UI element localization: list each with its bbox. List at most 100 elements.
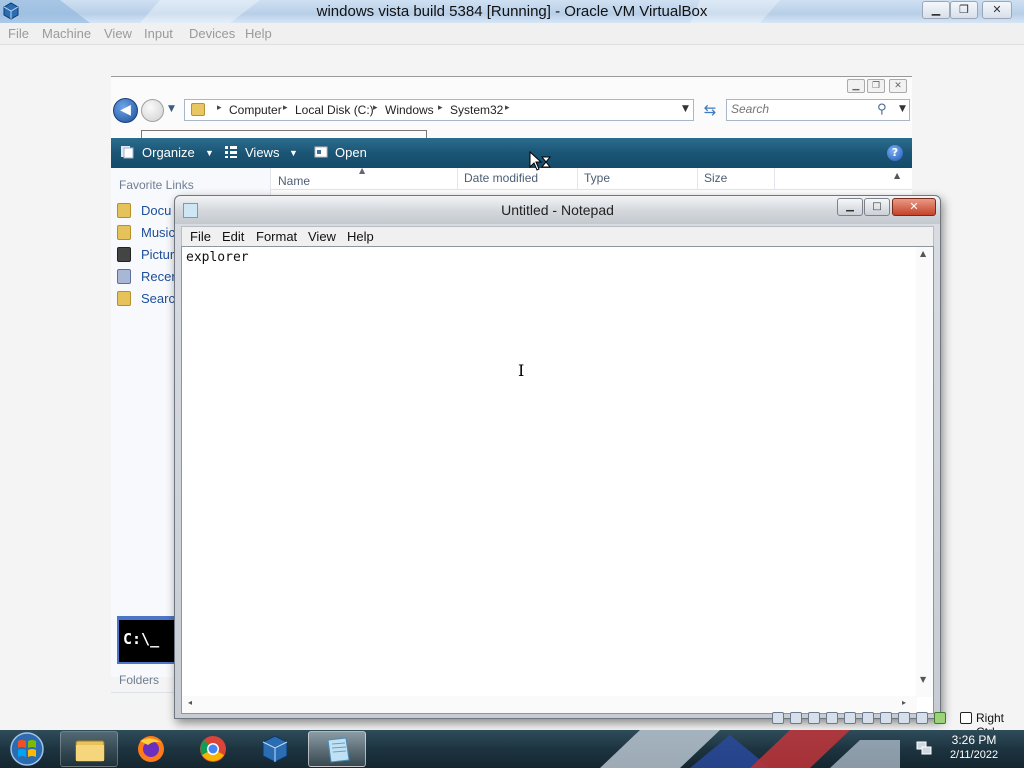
column-size[interactable]: Size <box>704 171 727 185</box>
taskbar-firefox[interactable] <box>122 731 180 767</box>
explorer-command-bar: Organize ▼ Views ▼ Open ? <box>111 138 912 168</box>
scroll-right-arrow[interactable]: ▸ <box>902 698 906 707</box>
column-divider[interactable] <box>774 168 775 190</box>
notepad-maximize-button[interactable]: □ <box>864 198 890 216</box>
chevron-right-icon[interactable]: ▸ <box>438 103 443 113</box>
close-button[interactable]: ✕ <box>982 1 1012 19</box>
views-icon <box>225 146 237 158</box>
recent-pages-dropdown[interactable]: ▼ <box>168 104 175 114</box>
breadcrumb-system32[interactable]: System32 <box>450 103 503 117</box>
taskbar-explorer[interactable] <box>60 731 118 767</box>
shared-folders-icon[interactable] <box>862 712 874 724</box>
vbox-menubar: File Machine View Input Devices Help <box>0 23 1024 45</box>
column-divider[interactable] <box>457 168 458 190</box>
taskbar-chrome[interactable] <box>184 731 242 767</box>
column-divider[interactable] <box>577 168 578 190</box>
folders-toggle[interactable]: Folders <box>119 673 159 687</box>
clock-time[interactable]: 3:26 PM <box>946 733 1002 747</box>
column-date-modified[interactable]: Date modified <box>464 171 538 185</box>
scroll-up-arrow[interactable]: ▲ <box>894 171 900 180</box>
usb-icon[interactable] <box>844 712 856 724</box>
menu-help[interactable]: Help <box>245 26 272 41</box>
notepad-close-button[interactable]: ✕ <box>892 198 936 216</box>
chevron-right-icon[interactable]: ▸ <box>217 103 222 113</box>
menu-file[interactable]: File <box>8 26 29 41</box>
taskbar-virtualbox[interactable] <box>246 731 304 767</box>
scroll-down-arrow[interactable]: ▼ <box>920 675 926 684</box>
restore-button[interactable]: ❐ <box>950 1 978 19</box>
explorer-restore-button[interactable]: ❐ <box>867 79 885 93</box>
audio-icon[interactable] <box>808 712 820 724</box>
menu-input[interactable]: Input <box>144 26 173 41</box>
chrome-icon <box>200 736 226 762</box>
notepad-menu-format[interactable]: Format <box>256 229 297 244</box>
text-cursor-icon: I <box>518 361 525 380</box>
chevron-right-icon[interactable]: ▸ <box>505 103 510 113</box>
scroll-up-arrow[interactable]: ▲ <box>920 249 926 258</box>
window-title: windows vista build 5384 [Running] - Ora… <box>316 3 708 20</box>
refresh-icon[interactable]: ⇆ <box>699 101 721 121</box>
start-button[interactable] <box>3 730 49 768</box>
column-name[interactable]: Name <box>278 174 310 188</box>
virtualbox-icon <box>262 735 288 763</box>
breadcrumb-windows[interactable]: Windows <box>385 103 434 117</box>
network-status-icon[interactable] <box>916 740 932 756</box>
optical-drive-icon[interactable] <box>790 712 802 724</box>
notepad-text-area[interactable]: explorer I ▲ ▼ ◂ ▸ <box>181 246 934 714</box>
editor-content[interactable]: explorer <box>186 250 249 265</box>
help-icon[interactable]: ? <box>887 145 903 161</box>
chevron-right-icon[interactable]: ▸ <box>373 103 378 113</box>
recording-icon[interactable] <box>898 712 910 724</box>
breadcrumb-computer[interactable]: Computer <box>229 103 282 117</box>
open-button[interactable]: Open <box>335 145 367 160</box>
views-button[interactable]: Views <box>245 145 279 160</box>
taskbar-wallpaper-peek <box>600 730 900 768</box>
chevron-down-icon[interactable]: ▼ <box>289 148 298 158</box>
music-folder-icon <box>117 225 131 240</box>
cmd-prompt-text: C:\_ <box>123 630 160 648</box>
chevron-right-icon[interactable]: ▸ <box>283 103 288 113</box>
forward-button[interactable] <box>141 99 164 122</box>
menu-machine[interactable]: Machine <box>42 26 91 41</box>
explorer-minimize-button[interactable]: ▁ <box>847 79 865 93</box>
documents-folder-icon <box>117 203 131 218</box>
sort-ascending-icon: ▲ <box>359 166 366 175</box>
notepad-menu-file[interactable]: File <box>190 229 211 244</box>
vertical-scrollbar[interactable]: ▲ ▼ <box>916 247 933 697</box>
back-button[interactable]: ◀ <box>113 98 138 123</box>
notepad-menu-help[interactable]: Help <box>347 229 374 244</box>
notepad-minimize-button[interactable]: ▁ <box>837 198 863 216</box>
notepad-menu-edit[interactable]: Edit <box>222 229 244 244</box>
vbox-status-bar: Right Ctrl <box>770 709 1024 739</box>
command-prompt-preview[interactable]: C:\_ <box>117 616 179 664</box>
column-divider[interactable] <box>697 168 698 190</box>
hard-disk-icon[interactable] <box>772 712 784 724</box>
organize-icon <box>121 146 134 159</box>
address-bar[interactable]: ▸ Computer ▸ Local Disk (C:) ▸ Windows ▸… <box>184 99 694 121</box>
organize-button[interactable]: Organize <box>142 145 195 160</box>
scroll-left-arrow[interactable]: ◂ <box>188 698 192 707</box>
open-icon <box>314 146 328 158</box>
network-icon[interactable] <box>826 712 838 724</box>
clock-date[interactable]: 2/11/2022 <box>946 749 1002 761</box>
mouse-integration-icon[interactable] <box>934 712 946 724</box>
explorer-close-button[interactable]: ✕ <box>889 79 907 93</box>
display-icon[interactable] <box>880 712 892 724</box>
search-box[interactable]: ⚲ ▼ <box>726 99 910 121</box>
taskbar-notepad[interactable] <box>308 731 366 767</box>
keyboard-capture-icon[interactable] <box>960 712 972 724</box>
search-input[interactable] <box>731 102 871 116</box>
column-type[interactable]: Type <box>584 171 610 185</box>
search-icon[interactable]: ⚲ <box>877 102 887 117</box>
chevron-down-icon[interactable]: ▼ <box>205 148 214 158</box>
explorer-navigation-bar: ▁ ❐ ✕ ◀ ▼ ▸ Computer ▸ Local Disk (C:) ▸… <box>111 77 912 138</box>
minimize-button[interactable]: ▁ <box>922 1 950 19</box>
notepad-menu-view[interactable]: View <box>308 229 336 244</box>
menu-devices[interactable]: Devices <box>189 26 235 41</box>
menu-view[interactable]: View <box>104 26 132 41</box>
cpu-icon[interactable] <box>916 712 928 724</box>
notepad-titlebar[interactable]: Untitled - Notepad ▁ □ ✕ <box>175 196 940 224</box>
search-options-dropdown[interactable]: ▼ <box>899 104 906 114</box>
breadcrumb-local-disk[interactable]: Local Disk (C:) <box>295 103 374 117</box>
address-history-dropdown[interactable]: ▼ <box>682 104 689 114</box>
